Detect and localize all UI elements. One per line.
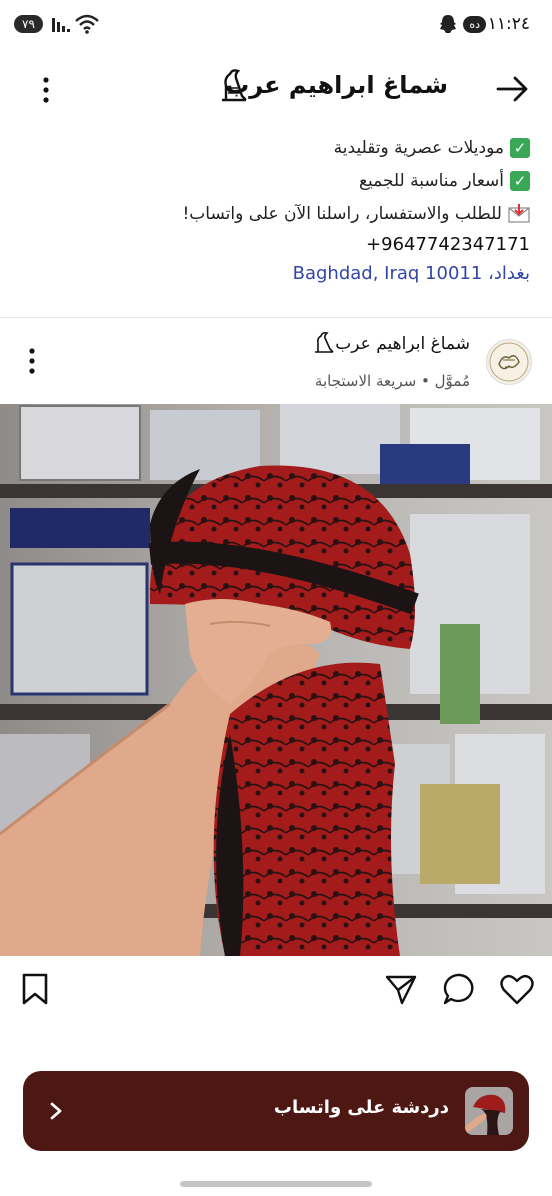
shemagh-thumbnail-icon bbox=[465, 1087, 513, 1135]
signal-icon bbox=[52, 18, 70, 32]
page-title: شماغ ابراهيم عرب bbox=[225, 71, 448, 99]
kebab-icon[interactable] bbox=[22, 347, 42, 375]
eagle-glyph-icon bbox=[222, 69, 247, 102]
avatar[interactable] bbox=[486, 339, 532, 385]
heart-icon[interactable] bbox=[499, 972, 535, 1006]
arrow-right-icon[interactable] bbox=[496, 74, 530, 104]
bio-line: ✓ أسعار مناسبة للجميع bbox=[359, 171, 530, 191]
wifi-icon bbox=[75, 14, 99, 34]
bio-line: ✓ موديلات عصرية وتقليدية bbox=[334, 138, 530, 158]
envelope-icon bbox=[508, 204, 530, 223]
divider bbox=[0, 317, 552, 318]
post-image-illustration bbox=[0, 404, 552, 956]
phone-number[interactable]: +9647742347171 bbox=[366, 234, 530, 255]
snapchat-icon bbox=[440, 15, 456, 33]
status-time: ١١:٢٤ bbox=[487, 14, 530, 34]
share-icon[interactable] bbox=[383, 972, 419, 1006]
avatar-logo-icon bbox=[489, 342, 529, 382]
post-subtitle: مُموَّل • سريعة الاستجابة bbox=[314, 372, 470, 390]
profile-header: شماغ ابراهيم عرب bbox=[0, 56, 552, 122]
post-author-name[interactable]: شماغ ابراهيم عرب bbox=[335, 334, 470, 354]
kebab-icon[interactable] bbox=[36, 76, 56, 104]
check-icon: ✓ bbox=[510, 138, 530, 158]
post-image[interactable] bbox=[0, 404, 552, 956]
bio-line: للطلب والاستفسار، راسلنا الآن على واتساب… bbox=[182, 204, 530, 224]
bookmark-icon[interactable] bbox=[18, 972, 54, 1006]
battery-indicator: ٧٩ bbox=[14, 15, 43, 33]
home-indicator[interactable] bbox=[180, 1181, 372, 1187]
comment-icon[interactable] bbox=[442, 972, 478, 1006]
eagle-glyph-icon bbox=[315, 332, 334, 353]
check-icon: ✓ bbox=[510, 171, 530, 191]
status-bar: ٧٩ ده ١١:٢٤ bbox=[0, 0, 552, 52]
chevron-right-icon bbox=[50, 1102, 62, 1120]
whatsapp-chat-button[interactable]: دردشة على واتساب bbox=[23, 1071, 529, 1151]
location-link[interactable]: بغداد، Baghdad, Iraq 10011 bbox=[293, 263, 530, 284]
cta-thumbnail bbox=[465, 1087, 513, 1135]
cta-label: دردشة على واتساب bbox=[273, 1097, 449, 1118]
status-pill: ده bbox=[463, 16, 486, 33]
